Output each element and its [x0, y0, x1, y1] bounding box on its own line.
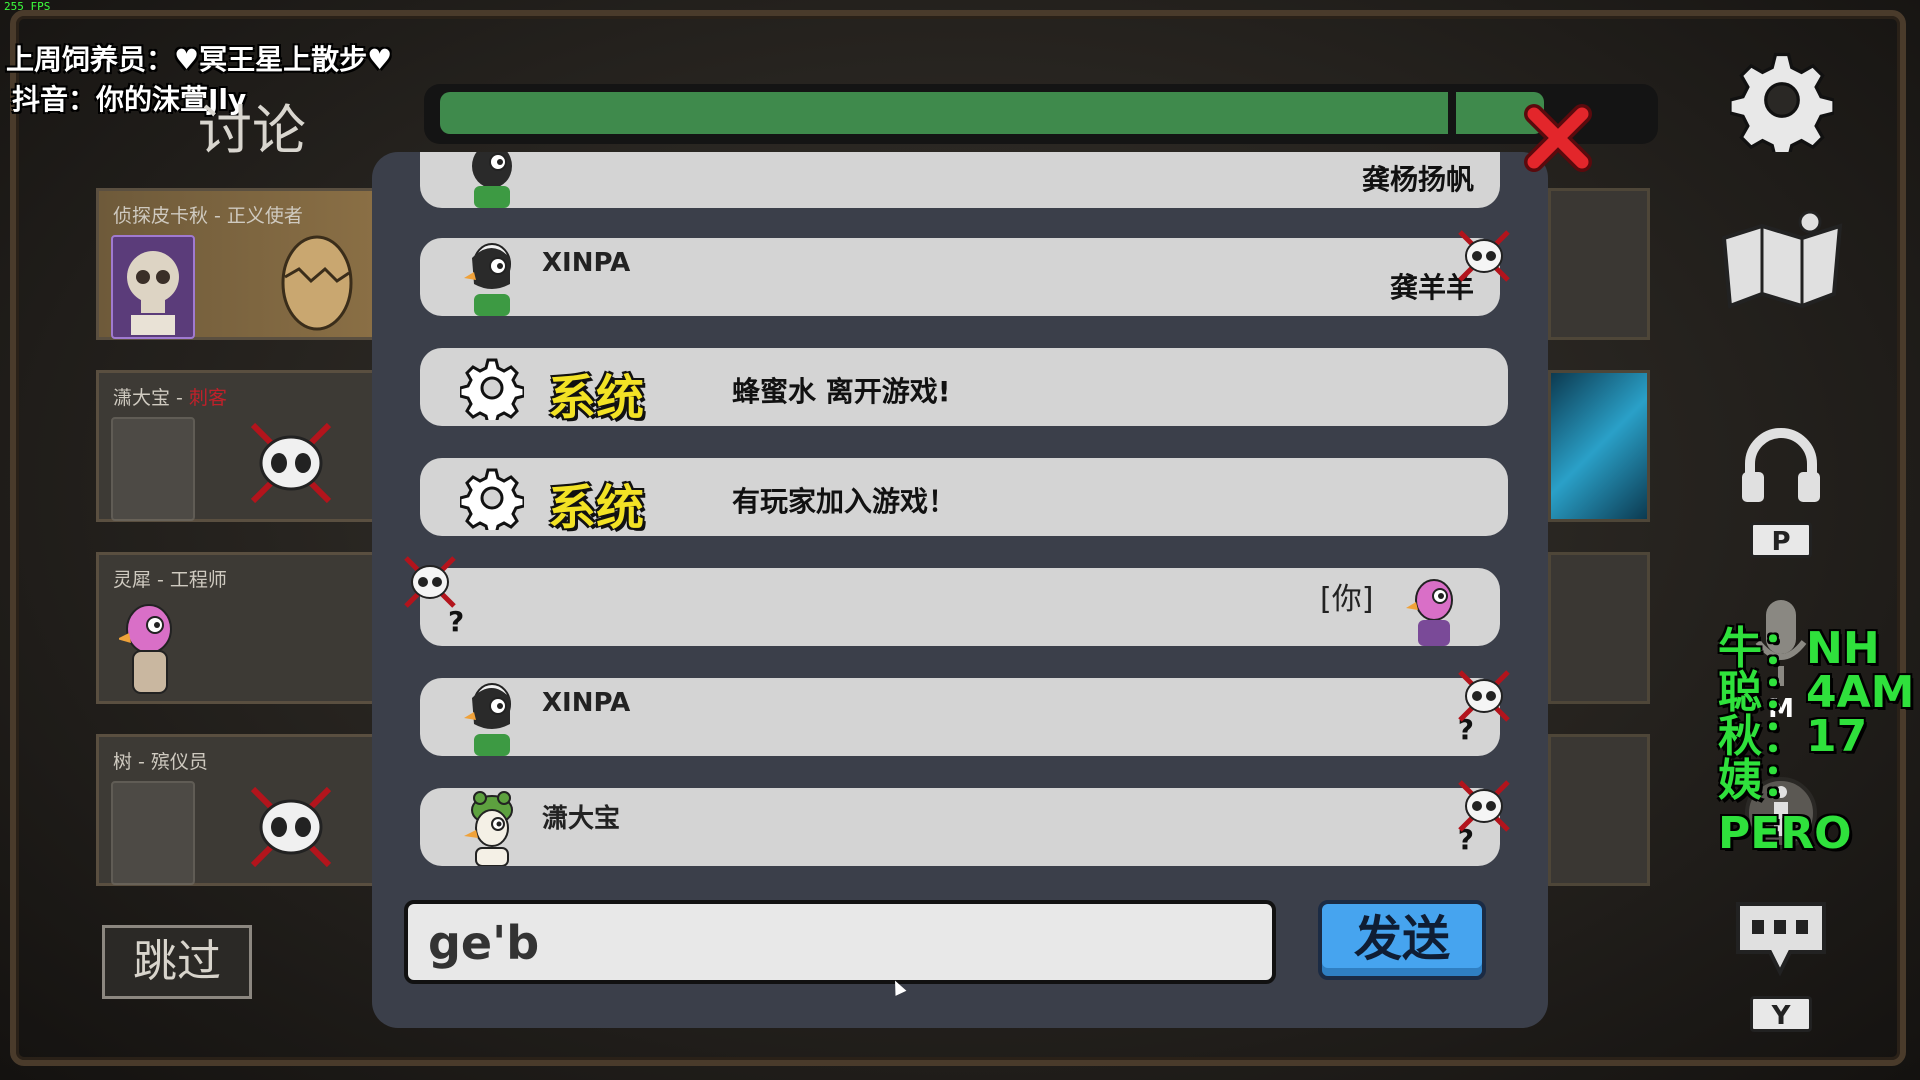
- system-message: 系统 蜂蜜水 离开游戏!: [420, 348, 1508, 426]
- message-text: ?: [448, 605, 465, 638]
- system-label: 系统: [548, 370, 645, 426]
- timer-notch: [1448, 88, 1456, 138]
- push-to-talk-key: P: [1750, 522, 1812, 558]
- goose-avatar-icon: [119, 604, 172, 694]
- settings-gear-icon[interactable]: [1730, 48, 1834, 152]
- self-tag: [你]: [1320, 582, 1374, 617]
- gear-icon: [460, 468, 524, 530]
- dead-marker-icon: [1458, 230, 1510, 282]
- goose-avatar-icon: [464, 243, 511, 316]
- dead-skull-icon: [250, 786, 332, 868]
- player-role: 刺客: [188, 387, 227, 409]
- discussion-title: 讨论: [198, 99, 306, 162]
- player-name: 灵犀 - 工程师: [113, 569, 227, 591]
- goose-avatar-icon: [464, 791, 513, 866]
- headphones-icon[interactable]: [1740, 428, 1822, 504]
- dead-marker-icon: [1458, 780, 1510, 832]
- map-icon[interactable]: [1718, 208, 1846, 312]
- goose-avatar-icon: [464, 683, 511, 756]
- system-text: 蜂蜜水 离开游戏!: [732, 375, 951, 408]
- chat-input[interactable]: [426, 912, 1250, 974]
- player-card-2[interactable]: 潇大宝 - 刺客: [96, 370, 376, 522]
- discussion-timer-fill: [440, 92, 1544, 134]
- player-card-1[interactable]: 侦探皮卡秋 - 正义使者: [96, 188, 376, 340]
- player-card-right-4[interactable]: [1548, 734, 1650, 886]
- own-chat-message: ? [你]: [404, 556, 1500, 646]
- goose-avatar-icon: [472, 152, 512, 208]
- player-name: 潇大宝 -: [113, 387, 189, 409]
- message-text: 龚杨扬帆: [1361, 163, 1474, 196]
- send-button[interactable]: 发送: [1318, 900, 1486, 980]
- player-name: 潇大宝: [542, 804, 621, 834]
- player-card-3[interactable]: 灵犀 - 工程师: [96, 552, 376, 704]
- player-card-right-2[interactable]: [1548, 370, 1650, 522]
- player-card-right-3[interactable]: [1548, 552, 1650, 704]
- skull-avatar-icon: [127, 251, 179, 335]
- stream-overlay-line1: 上周饲养员：♥冥王星上散步♥: [6, 43, 393, 76]
- system-message: 系统 有玩家加入游戏！: [420, 458, 1508, 536]
- egg-icon: [281, 235, 353, 331]
- player-card-right-1[interactable]: [1548, 188, 1650, 340]
- player-name: XINPA: [542, 248, 631, 278]
- chat-message: 龚杨扬帆: [420, 152, 1500, 208]
- goose-avatar-icon: [1406, 579, 1453, 646]
- gear-icon: [460, 358, 524, 420]
- player-name: XINPA: [542, 688, 631, 718]
- skip-vote-button[interactable]: 跳过: [102, 925, 252, 999]
- chat-messages[interactable]: 龚杨扬帆 XINPA 龚羊羊 系统 蜂蜜水 离开游戏! 系统 有玩家加入游戏！ …: [372, 152, 1548, 870]
- chat-key: Y: [1750, 996, 1812, 1032]
- chat-input-box[interactable]: [404, 900, 1276, 984]
- stream-note: 姨：PERO: [1718, 755, 1852, 859]
- fps-counter: 255 FPS: [4, 0, 51, 13]
- dead-skull-icon: [250, 422, 332, 504]
- player-name: 树 - 殡仪员: [113, 751, 208, 773]
- chat-icon[interactable]: [1734, 898, 1828, 978]
- player-avatar: [111, 235, 195, 339]
- dead-marker-icon: [1458, 670, 1510, 722]
- close-icon[interactable]: [1520, 100, 1596, 176]
- player-name: 侦探皮卡秋 - 正义使者: [113, 205, 303, 227]
- chat-message: XINPA 龚羊羊: [420, 230, 1510, 316]
- system-text: 有玩家加入游戏！: [732, 485, 957, 518]
- chat-message: XINPA ?: [420, 670, 1510, 756]
- system-label: 系统: [548, 480, 645, 536]
- player-card-4[interactable]: 树 - 殡仪员: [96, 734, 376, 886]
- player-avatar: [111, 781, 195, 885]
- chat-message: 潇大宝 ?: [420, 780, 1510, 866]
- player-avatar: [111, 417, 195, 521]
